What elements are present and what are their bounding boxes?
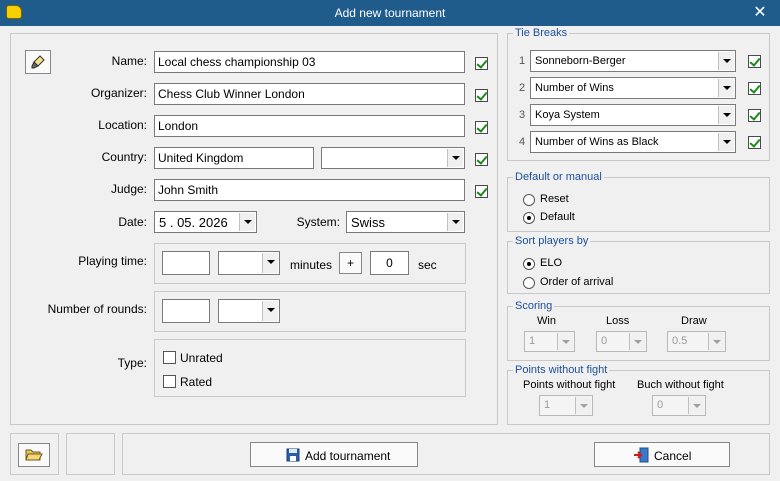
playing-time-select[interactable] — [218, 251, 280, 275]
loss-points-select[interactable]: 0 — [596, 331, 647, 352]
system-label: System: — [296, 215, 340, 229]
add-tournament-button[interactable]: Add tournament — [250, 442, 418, 467]
playing-time-label: Playing time: — [78, 254, 147, 268]
points-without-fight-label: Points without fight — [523, 379, 616, 391]
folder-open-icon — [25, 449, 43, 461]
default-radio[interactable] — [523, 212, 535, 224]
order-of-arrival-radio[interactable] — [523, 277, 535, 289]
tie-break-checkbox-1[interactable] — [748, 55, 761, 68]
chevron-down-icon[interactable] — [262, 253, 278, 273]
judge-input[interactable]: John Smith — [154, 179, 465, 201]
name-checkbox[interactable] — [475, 57, 488, 70]
organizer-input[interactable]: Chess Club Winner London — [154, 83, 465, 105]
date-picker[interactable]: 5 . 05. 2026 — [154, 211, 257, 233]
country-select[interactable] — [321, 147, 465, 169]
buch-without-fight-select[interactable]: 0 — [652, 395, 706, 416]
rounds-select[interactable] — [218, 299, 280, 323]
points-without-fight-title: Points without fight — [513, 364, 610, 376]
default-label: Default — [540, 211, 575, 223]
open-folder-button[interactable] — [18, 443, 50, 467]
tie-break-checkbox-4[interactable] — [748, 136, 761, 149]
tie-breaks-title: Tie Breaks — [513, 27, 570, 39]
name-input[interactable]: Local chess championship 03 — [154, 51, 465, 73]
system-select[interactable]: Swiss — [346, 211, 465, 233]
judge-label: Judge: — [110, 182, 147, 196]
organizer-label: Organizer: — [90, 86, 147, 100]
name-label: Name: — [111, 54, 147, 68]
location-label: Location: — [98, 118, 147, 132]
seconds-label: sec — [418, 258, 437, 272]
exit-door-icon — [634, 447, 649, 463]
tie-break-select-1[interactable]: Sonneborn-Berger — [530, 50, 736, 72]
chevron-down-icon[interactable] — [718, 133, 734, 151]
order-of-arrival-label: Order of arrival — [540, 276, 614, 288]
minutes-label: minutes — [290, 258, 333, 272]
rated-label: Rated — [180, 375, 213, 389]
chevron-down-icon[interactable] — [447, 213, 463, 231]
draw-label: Draw — [681, 315, 707, 327]
window-title: Add new tournament — [334, 6, 446, 20]
chevron-down-icon[interactable] — [239, 213, 255, 231]
organizer-checkbox[interactable] — [475, 89, 488, 102]
type-label: Type: — [117, 356, 147, 370]
reset-label: Reset — [540, 193, 569, 205]
date-label: Date: — [118, 215, 147, 229]
chevron-down-icon[interactable] — [629, 333, 645, 350]
tie-break-select-3[interactable]: Koya System — [530, 104, 736, 126]
location-checkbox[interactable] — [475, 121, 488, 134]
chevron-down-icon[interactable] — [688, 397, 704, 414]
default-manual-title: Default or manual — [513, 171, 604, 183]
tie-break-number: 4 — [519, 136, 526, 148]
tie-break-checkbox-2[interactable] — [748, 82, 761, 95]
tie-break-number: 1 — [519, 55, 526, 67]
elo-label: ELO — [540, 257, 563, 269]
chevron-down-icon[interactable] — [557, 333, 573, 350]
country-input[interactable]: United Kingdom — [154, 147, 314, 169]
footer-blank-panel — [66, 433, 115, 475]
tie-break-select-4[interactable]: Number of Wins as Black — [530, 131, 736, 153]
tie-break-select-2[interactable]: Number of Wins — [530, 77, 736, 99]
chevron-down-icon[interactable] — [708, 333, 724, 350]
chevron-down-icon[interactable] — [262, 301, 278, 321]
tie-break-number: 2 — [519, 82, 526, 94]
buch-without-fight-label: Buch without fight — [637, 379, 724, 391]
chevron-down-icon[interactable] — [575, 397, 591, 414]
chevron-down-icon[interactable] — [718, 79, 734, 97]
save-disk-icon — [286, 448, 300, 462]
reset-radio[interactable] — [523, 194, 535, 206]
rounds-input[interactable] — [162, 299, 210, 323]
sort-players-title: Sort players by — [513, 235, 591, 247]
country-label: Country: — [101, 150, 147, 164]
country-checkbox[interactable] — [475, 153, 488, 166]
scoring-title: Scoring — [513, 300, 555, 312]
rated-checkbox[interactable] — [163, 375, 176, 388]
unrated-label: Unrated — [180, 351, 223, 365]
cancel-button[interactable]: Cancel — [594, 442, 730, 467]
chevron-down-icon[interactable] — [718, 106, 734, 124]
unrated-checkbox[interactable] — [163, 351, 176, 364]
title-bar: Add new tournament ✕ — [0, 0, 780, 26]
brush-icon — [31, 55, 45, 69]
chevron-down-icon[interactable] — [718, 52, 734, 70]
location-input[interactable]: London — [154, 115, 465, 137]
close-button[interactable]: ✕ — [748, 3, 772, 23]
loss-label: Loss — [606, 315, 630, 327]
draw-points-select[interactable]: 0.5 — [667, 331, 726, 352]
cancel-label: Cancel — [654, 449, 692, 463]
judge-checkbox[interactable] — [475, 185, 488, 198]
add-tournament-label: Add tournament — [305, 449, 391, 463]
rounds-label: Number of rounds: — [47, 302, 147, 316]
points-without-fight-select[interactable]: 1 — [539, 395, 593, 416]
tie-break-checkbox-3[interactable] — [748, 109, 761, 122]
playing-time-input[interactable] — [162, 251, 210, 275]
elo-radio[interactable] — [523, 258, 535, 270]
edit-brush-button[interactable] — [25, 50, 51, 74]
tie-break-number: 3 — [519, 109, 526, 121]
seconds-input[interactable]: 0 — [370, 251, 409, 275]
increment-button[interactable]: + — [339, 252, 362, 274]
chevron-down-icon[interactable] — [447, 149, 463, 167]
win-label: Win — [537, 315, 556, 327]
win-points-select[interactable]: 1 — [524, 331, 575, 352]
